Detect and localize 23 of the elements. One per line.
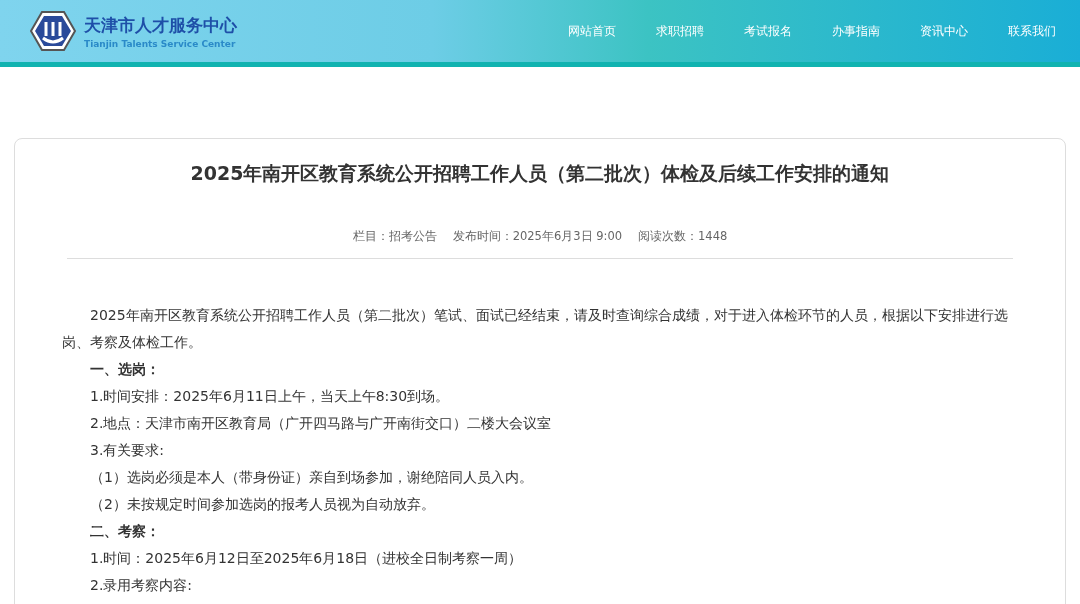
article-paragraph: 1.时间：2025年6月12日至2025年6月18日（进校全日制考察一周） bbox=[89, 549, 524, 568]
article-paragraph: 2025年南开区教育系统公开招聘工作人员（第二批次）笔试、面试已经结束，请及时查询综合成绩，对于进入体检环节的人员，根据以下安排进行选岗、考察及体检工作。 bbox=[62, 306, 1009, 352]
nav-link[interactable]: 联系我们 bbox=[988, 22, 1076, 40]
nav-link[interactable]: 网站首页 bbox=[548, 22, 636, 40]
article-paragraph: 2.地点：天津市南开区教育局（广开四马路与广开南街交口）二楼大会议室 bbox=[89, 414, 553, 433]
hexagon-logo-icon bbox=[30, 10, 76, 52]
article-meta: 栏目：招考公告 bbox=[352, 229, 437, 244]
site-name: 天津市人才服务中心 bbox=[84, 13, 237, 37]
nav-link[interactable]: 办事指南 bbox=[812, 22, 900, 40]
article-title: 2025年南开区教育系统公开招聘工作人员（第二批次）体检及后续工作安排的通知 bbox=[189, 161, 891, 186]
site-name-english: Tianjin Talents Service Center bbox=[84, 38, 237, 49]
nav-link[interactable]: 求职招聘 bbox=[636, 22, 724, 40]
article-paragraph: （1）选岗必须是本人（带身份证）亲自到场参加，谢绝陪同人员入内。 bbox=[89, 468, 534, 487]
article-paragraph: 二、考察： bbox=[89, 522, 161, 541]
nav-link[interactable]: 考试报名 bbox=[724, 22, 812, 40]
article-paragraph: 2.录用考察内容: bbox=[89, 576, 194, 595]
article-paragraph: 1.时间安排：2025年6月11日上午，当天上午8:30到场。 bbox=[89, 387, 451, 406]
nav-link[interactable]: 资讯中心 bbox=[900, 22, 988, 40]
article-paragraph: （2）未按规定时间参加选岗的报考人员视为自动放弃。 bbox=[89, 495, 436, 514]
article-meta: 阅读次数：1448 bbox=[638, 229, 728, 244]
article-paragraph: 3.有关要求: bbox=[89, 441, 166, 460]
article-meta: 发布时间：2025年6月3日 9:00 bbox=[452, 229, 623, 244]
article-paragraph: 一、选岗： bbox=[89, 360, 161, 379]
